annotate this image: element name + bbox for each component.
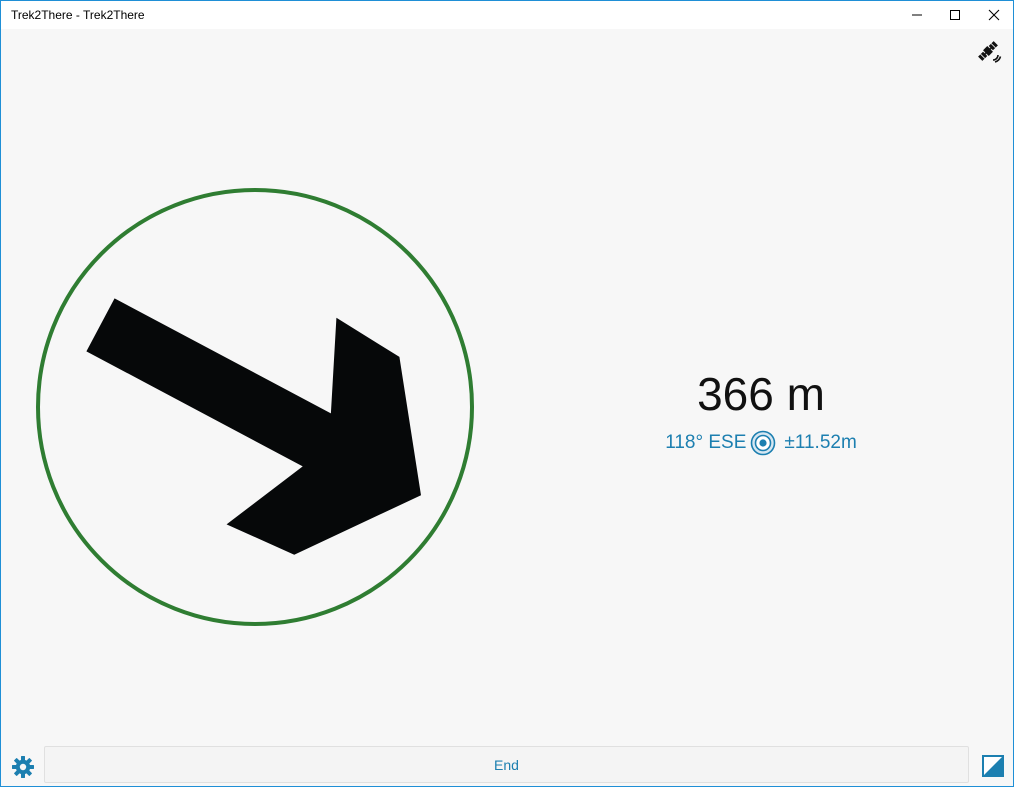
direction-arrow — [86, 298, 421, 555]
window-title: Trek2There - Trek2There — [11, 8, 145, 22]
gps-accuracy-icon — [751, 430, 776, 456]
close-button[interactable] — [975, 1, 1013, 29]
direction-compass — [36, 188, 474, 626]
minimize-icon — [912, 14, 922, 16]
satellite-icon[interactable] — [976, 39, 1002, 65]
close-icon — [988, 9, 1000, 21]
title-bar: Trek2There - Trek2There — [1, 1, 1013, 29]
accuracy-readout: ±11.52m — [784, 432, 857, 453]
maximize-button[interactable] — [936, 1, 974, 29]
day-night-toggle-icon[interactable] — [982, 755, 1004, 777]
end-button[interactable]: End — [44, 746, 969, 783]
heading-accuracy-line: 118° ESE ±11.52m — [631, 430, 891, 456]
maximize-icon — [950, 10, 960, 20]
minimize-button[interactable] — [898, 1, 936, 29]
app-window: Trek2There - Trek2There 366 m 118° ESE ±… — [0, 0, 1014, 787]
gear-icon[interactable] — [11, 755, 35, 779]
distance-readout: 366 m — [697, 368, 825, 420]
end-button-label: End — [494, 756, 519, 773]
heading-readout: 118° ESE — [665, 432, 747, 453]
